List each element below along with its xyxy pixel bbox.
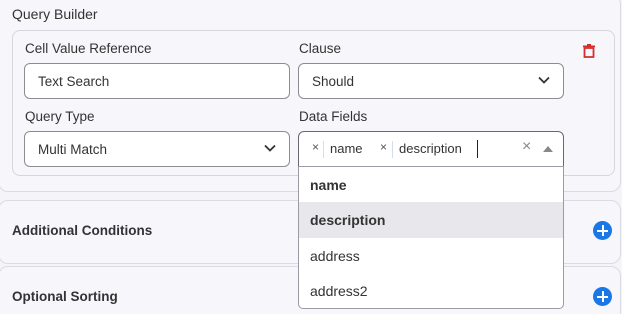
add-sorting-icon[interactable] [593, 287, 612, 306]
clear-icon[interactable]: × [522, 138, 531, 156]
data-fields-multiselect[interactable]: × name × description × [298, 131, 564, 167]
query-type-label: Query Type [25, 109, 95, 124]
clause-label: Clause [299, 41, 342, 56]
option-address[interactable]: address [299, 238, 563, 274]
add-condition-icon[interactable] [593, 221, 612, 240]
remove-tag-name-icon[interactable]: × [312, 140, 319, 154]
remove-tag-description-icon[interactable]: × [380, 140, 387, 154]
trash-icon[interactable] [583, 44, 595, 58]
cell-value-reference-value: Text Search [38, 74, 110, 89]
query-type-value: Multi Match [38, 142, 108, 157]
tag-name: name [323, 141, 363, 158]
text-cursor [477, 140, 478, 158]
optional-sorting-title: Optional Sorting [12, 289, 118, 304]
query-type-select[interactable]: Multi Match [24, 131, 290, 167]
option-address2[interactable]: address2 [299, 273, 563, 308]
additional-conditions-title: Additional Conditions [12, 223, 153, 238]
caret-up-icon[interactable] [543, 146, 553, 152]
chevron-down-icon [538, 76, 550, 84]
query-builder-title: Query Builder [12, 6, 98, 22]
clause-select[interactable]: Should [298, 63, 564, 99]
tag-description: description [392, 141, 462, 158]
data-fields-dropdown: name description address address2 [298, 166, 564, 309]
data-fields-label: Data Fields [299, 109, 368, 124]
cell-value-reference-input[interactable]: Text Search [24, 63, 290, 99]
option-description[interactable]: description [299, 202, 563, 238]
chevron-down-icon [264, 144, 276, 152]
clause-value: Should [312, 74, 355, 89]
cell-value-reference-label: Cell Value Reference [25, 41, 152, 56]
option-name[interactable]: name [299, 167, 563, 203]
